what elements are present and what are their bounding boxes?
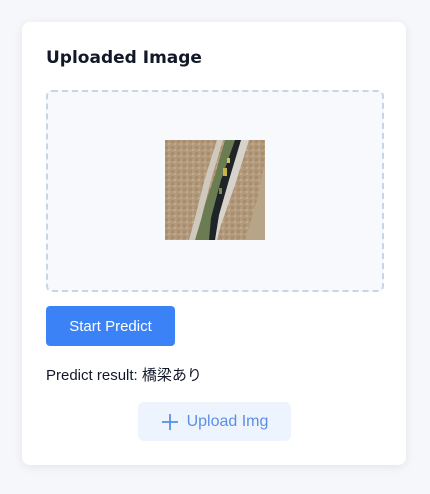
card-title: Uploaded Image (46, 48, 202, 68)
predict-result-value: 橋梁あり (141, 367, 202, 384)
start-predict-button[interactable]: Start Predict (46, 306, 175, 346)
aerial-road-image (165, 140, 265, 240)
plus-icon (161, 413, 178, 430)
predict-result: Predict result: 橋梁あり (46, 364, 202, 385)
upload-card: Uploaded Image Start Predict Predict res… (22, 22, 406, 465)
upload-image-button[interactable]: Upload Img (138, 402, 291, 441)
upload-button-label: Upload Img (186, 412, 269, 430)
predict-result-label: Predict result: (46, 367, 142, 384)
image-dropzone[interactable] (46, 90, 384, 292)
uploaded-image-thumbnail (165, 140, 265, 240)
